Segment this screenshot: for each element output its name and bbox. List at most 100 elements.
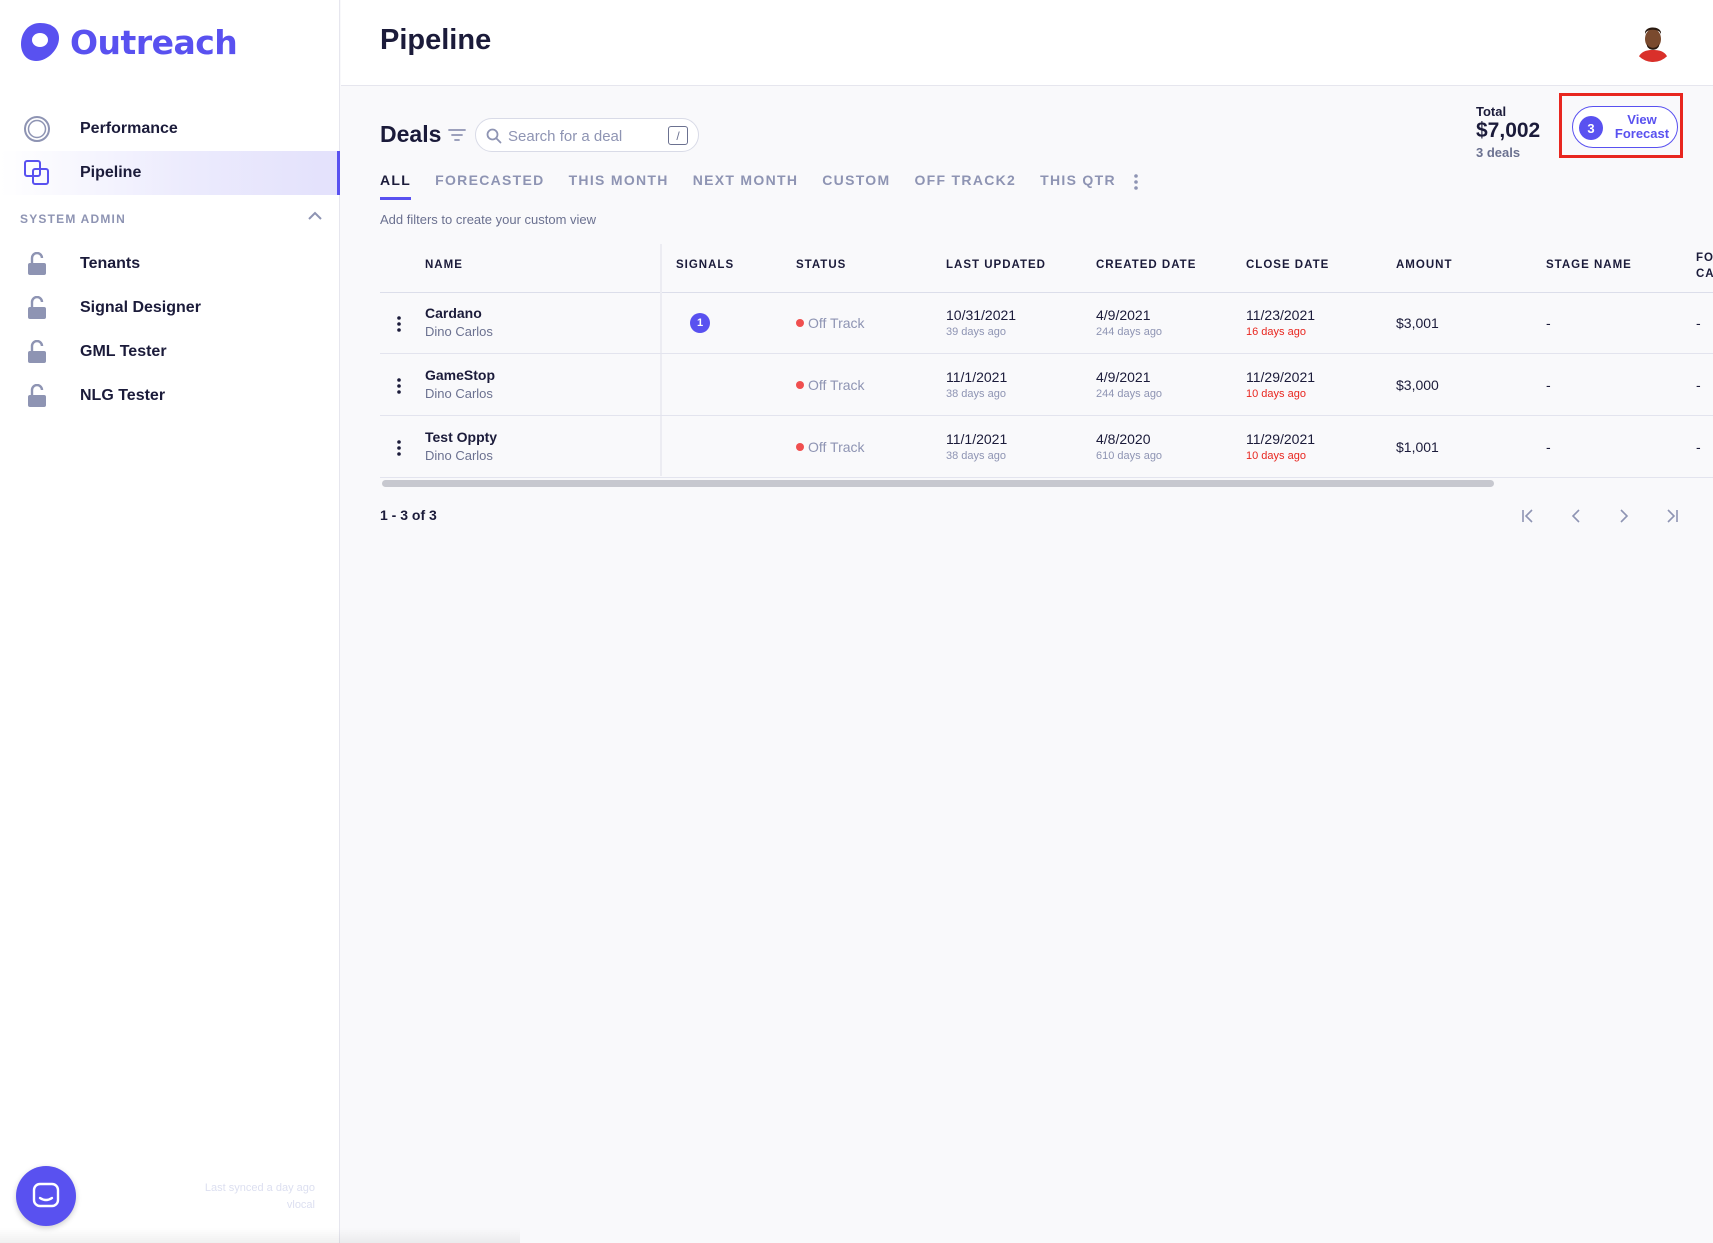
sidebar-item-pipeline[interactable]: Pipeline (0, 151, 340, 195)
view-tabs: ALL FORECASTED THIS MONTH NEXT MONTH CUS… (380, 172, 1140, 200)
deal-name[interactable]: Test Oppty (425, 429, 497, 445)
tab-off-track2[interactable]: OFF TRACK2 (914, 172, 1016, 194)
status-dot (796, 381, 804, 389)
deals-title: Deals (380, 121, 442, 147)
first-page-button[interactable] (1517, 505, 1539, 527)
chevron-right-icon (1620, 509, 1629, 523)
col-header-amount[interactable]: AMOUNT (1396, 259, 1452, 271)
sidebar-item-label: Tenants (80, 255, 141, 272)
shortcut-key-hint: / (668, 126, 688, 145)
sidebar-item-tenants[interactable]: Tenants (0, 242, 340, 286)
avatar-image (1633, 22, 1673, 62)
chat-icon (32, 1182, 60, 1208)
tab-next-month[interactable]: NEXT MONTH (693, 172, 799, 194)
signal-count-badge[interactable]: 1 (690, 313, 710, 333)
outreach-logo[interactable]: Outreach (20, 20, 238, 64)
filter-icon[interactable] (448, 128, 466, 142)
col-header-name[interactable]: NAME (425, 259, 463, 271)
sidebar-item-signal-designer[interactable]: Signal Designer (0, 286, 340, 330)
top-header: Pipeline (341, 0, 1713, 86)
sidebar-item-label: GML Tester (80, 343, 167, 360)
sidebar-item-gml-tester[interactable]: GML Tester (0, 330, 340, 374)
tab-forecasted[interactable]: FORECASTED (435, 172, 544, 194)
created-date: 4/8/2020 (1096, 431, 1151, 447)
deal-search: / (475, 118, 699, 152)
more-tabs-icon[interactable] (1128, 172, 1144, 192)
table-row[interactable]: GameStop Dino Carlos Off Track 11/1/2021… (380, 355, 1713, 416)
deal-owner: Dino Carlos (425, 324, 493, 339)
unlock-icon (22, 337, 52, 367)
deal-amount: $3,001 (1396, 315, 1439, 331)
last-page-icon (1667, 509, 1678, 523)
col-header-forecast-category-line2[interactable]: CA (1696, 268, 1713, 280)
deals-total: Total $7,002 3 deals (1476, 104, 1540, 160)
status-badge: Off Track (796, 439, 865, 455)
created-ago: 610 days ago (1096, 450, 1163, 462)
created-ago: 244 days ago (1096, 388, 1163, 400)
col-header-status[interactable]: STATUS (796, 259, 846, 271)
sync-env: vlocal (286, 1199, 315, 1211)
forecast-count-badge: 3 (1579, 116, 1603, 140)
view-forecast-button[interactable]: 3 View Forecast (1572, 106, 1678, 148)
col-header-created-date[interactable]: CREATED DATE (1096, 259, 1196, 271)
status-text: Off Track (808, 377, 865, 393)
sidebar-item-label: Performance (80, 120, 178, 137)
tab-this-qtr[interactable]: THIS QTR (1040, 172, 1116, 194)
page-title: Pipeline (380, 24, 492, 56)
created-date: 4/9/2021 (1096, 369, 1151, 385)
row-menu-icon[interactable] (392, 439, 406, 457)
status-dot (796, 319, 804, 327)
col-header-signals[interactable]: SIGNALS (676, 259, 734, 271)
logo-text: Outreach (70, 22, 238, 62)
unlock-icon (22, 249, 52, 279)
deal-count: 3 deals (1476, 145, 1521, 160)
tab-all[interactable]: ALL (380, 172, 412, 200)
stage-name: - (1546, 315, 1551, 331)
search-input[interactable] (508, 125, 658, 147)
chevron-up-icon[interactable] (306, 208, 324, 224)
tab-this-month[interactable]: THIS MONTH (569, 172, 669, 194)
close-date: 11/23/2021 (1246, 307, 1316, 323)
col-header-stage-name[interactable]: STAGE NAME (1546, 259, 1632, 271)
deal-amount: $1,001 (1396, 439, 1439, 455)
col-header-forecast-category-line1[interactable]: FO (1696, 252, 1713, 264)
col-header-last-updated[interactable]: LAST UPDATED (946, 259, 1046, 271)
chat-button[interactable] (16, 1166, 76, 1226)
view-forecast-label: View Forecast (1614, 112, 1670, 141)
user-avatar[interactable] (1633, 22, 1673, 62)
deal-name[interactable]: Cardano (425, 305, 482, 321)
pagination-summary: 1 - 3 of 3 (380, 507, 437, 523)
status-badge: Off Track (796, 377, 865, 393)
sidebar-item-label: NLG Tester (80, 387, 166, 404)
forecast-category: - (1696, 377, 1701, 393)
sync-time: Last synced a day ago (204, 1182, 315, 1194)
deal-name[interactable]: GameStop (425, 367, 495, 383)
close-ago: 10 days ago (1246, 388, 1306, 400)
unlock-icon (22, 381, 52, 411)
row-menu-icon[interactable] (392, 315, 406, 333)
status-text: Off Track (808, 439, 865, 455)
tab-custom[interactable]: CUSTOM (822, 172, 890, 194)
horizontal-scrollbar[interactable] (382, 480, 1494, 487)
chevron-left-icon (1571, 509, 1580, 523)
table-row[interactable]: Cardano Dino Carlos 1 Off Track 10/31/20… (380, 293, 1713, 354)
status-dot (796, 443, 804, 451)
previous-page-button[interactable] (1565, 505, 1587, 527)
sidebar-item-label: Pipeline (80, 164, 142, 181)
total-label: Total (1476, 104, 1507, 119)
sidebar-item-performance[interactable]: Performance (0, 107, 340, 151)
status-badge: Off Track (796, 315, 865, 331)
last-page-button[interactable] (1661, 505, 1683, 527)
stage-name: - (1546, 377, 1551, 393)
forecast-highlight: 3 View Forecast (1559, 93, 1683, 158)
bottom-shadow (0, 1228, 520, 1243)
next-page-button[interactable] (1613, 505, 1635, 527)
deal-owner: Dino Carlos (425, 448, 493, 463)
row-menu-icon[interactable] (392, 377, 406, 395)
stacked-squares-icon (22, 158, 52, 188)
col-header-close-date[interactable]: CLOSE DATE (1246, 259, 1329, 271)
close-ago: 16 days ago (1246, 326, 1306, 338)
search-icon (486, 128, 502, 144)
sidebar-item-nlg-tester[interactable]: NLG Tester (0, 374, 340, 418)
table-row[interactable]: Test Oppty Dino Carlos Off Track 11/1/20… (380, 417, 1713, 478)
